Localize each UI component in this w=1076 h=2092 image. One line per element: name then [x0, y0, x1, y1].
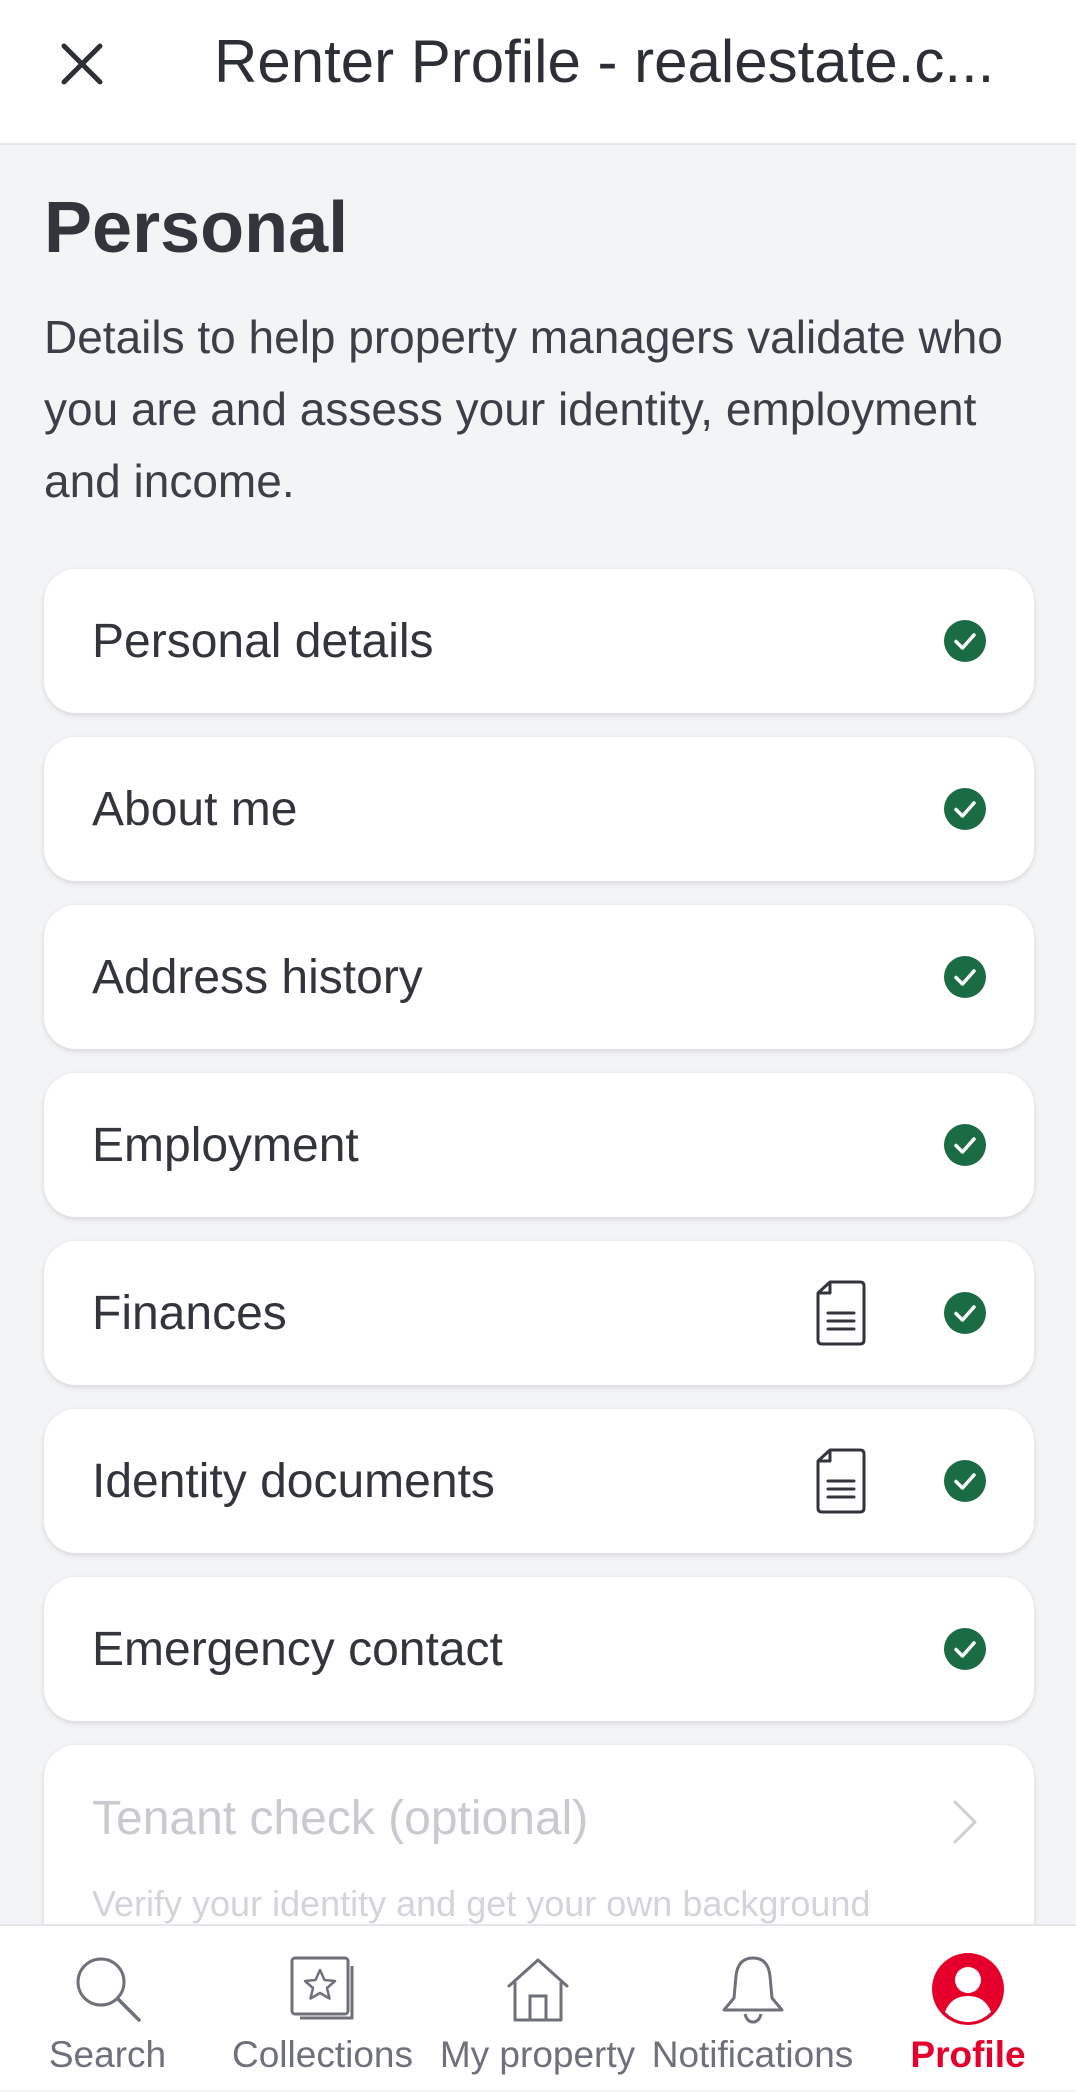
profile-sections-list: Personal details About me Address histor…	[44, 569, 1034, 1965]
top-app-bar: Renter Profile - realestate.c...	[0, 0, 1076, 145]
list-item-label: Finances	[92, 1286, 287, 1340]
list-item-personal-details[interactable]: Personal details	[44, 569, 1034, 713]
nav-label: My property	[439, 2034, 636, 2075]
list-item-label: Emergency contact	[92, 1622, 503, 1676]
close-icon	[61, 43, 103, 85]
document-icon	[816, 1280, 866, 1346]
collections-icon	[290, 1956, 353, 2020]
list-item-label: Identity documents	[92, 1454, 495, 1508]
document-icon	[816, 1448, 866, 1514]
list-item-subtext: Verify your identity and get your own ba…	[92, 1883, 871, 1924]
home-icon	[507, 1958, 568, 2022]
check-circle-icon	[944, 956, 986, 998]
nav-search[interactable]: Search	[0, 1926, 215, 2092]
list-item-label: Tenant check (optional)	[92, 1792, 589, 1845]
check-circle-icon	[944, 788, 986, 830]
nav-my-property[interactable]: My property	[430, 1926, 645, 2092]
list-item-finances[interactable]: Finances	[44, 1241, 1034, 1385]
nav-label: Notifications	[651, 2034, 854, 2075]
list-item-address-history[interactable]: Address history	[44, 905, 1034, 1049]
chevron-right-icon	[953, 1800, 977, 1844]
list-item-label: Personal details	[92, 614, 434, 668]
check-circle-icon	[944, 1292, 986, 1334]
list-item-label: About me	[92, 782, 298, 836]
search-icon	[76, 1957, 141, 2022]
list-item-label: Employment	[92, 1118, 359, 1172]
close-button[interactable]	[40, 22, 124, 106]
check-circle-icon	[944, 620, 986, 662]
nav-label: Search	[48, 2034, 167, 2075]
page-title: Renter Profile - realestate.c...	[214, 28, 995, 95]
section-description: Details to help property managers valida…	[44, 311, 1003, 507]
profile-icon	[932, 1953, 1004, 2025]
bottom-navigation: Search Collections My property Notificat…	[0, 1924, 1076, 2090]
list-item-label: Address history	[92, 950, 423, 1004]
nav-collections[interactable]: Collections	[215, 1926, 430, 2092]
check-circle-icon	[944, 1460, 986, 1502]
check-circle-icon	[944, 1628, 986, 1670]
section-title: Personal	[44, 188, 349, 268]
nav-profile[interactable]: Profile	[860, 1926, 1076, 2092]
list-item-employment[interactable]: Employment	[44, 1073, 1034, 1217]
list-item-about-me[interactable]: About me	[44, 737, 1034, 881]
nav-label: Collections	[232, 2034, 413, 2075]
main-content: Personal Details to help property manage…	[44, 145, 1034, 1989]
list-item-identity-documents[interactable]: Identity documents	[44, 1409, 1034, 1553]
list-item-emergency-contact[interactable]: Emergency contact	[44, 1577, 1034, 1721]
nav-label: Profile	[910, 2034, 1026, 2075]
bell-icon	[722, 1956, 783, 2024]
nav-notifications[interactable]: Notifications	[645, 1926, 860, 2092]
check-circle-icon	[944, 1124, 986, 1166]
